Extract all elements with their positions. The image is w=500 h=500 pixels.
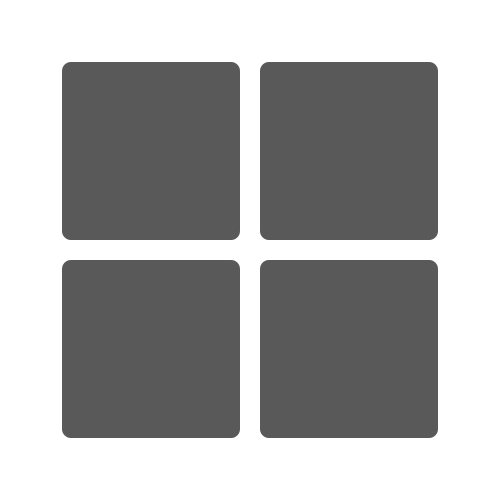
grid-tile-bottom-left: [62, 260, 240, 438]
grid-tile-top-right: [260, 62, 438, 240]
grid-tile-top-left: [62, 62, 240, 240]
windows-grid-icon: [62, 62, 438, 438]
icon-canvas: [0, 0, 500, 500]
grid-tile-bottom-right: [260, 260, 438, 438]
